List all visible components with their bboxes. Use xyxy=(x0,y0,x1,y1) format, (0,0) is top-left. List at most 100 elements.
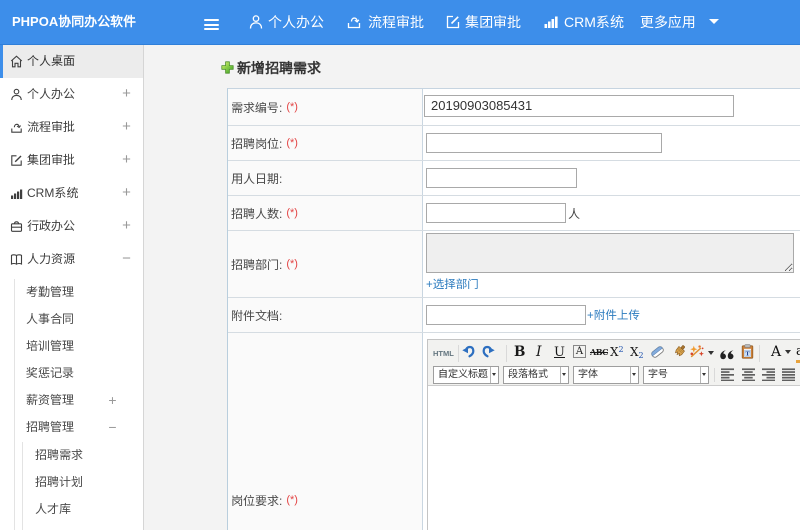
demand-no-input[interactable] xyxy=(424,94,734,117)
required-mark: (*) xyxy=(286,207,298,219)
field-label-text: 招聘部门: xyxy=(231,257,283,272)
nav-group-approval[interactable]: 集团审批 xyxy=(465,0,521,44)
choose-department-link[interactable]: +选择部门 xyxy=(426,276,800,292)
nav-crm-system[interactable]: CRM系统 xyxy=(564,0,624,44)
paragraph-format-select[interactable]: 段落格式 xyxy=(503,366,569,384)
position-input[interactable] xyxy=(426,133,662,153)
align-justify-icon[interactable] xyxy=(782,368,795,382)
sidebar-item-personal-office[interactable]: 个人办公 + xyxy=(0,78,143,111)
user-icon xyxy=(10,88,23,101)
sidebar-item-training[interactable]: 培训管理 xyxy=(15,333,143,360)
attachment-upload-link[interactable]: +附件上传 xyxy=(587,307,640,323)
field-label: 岗位要求: (*) xyxy=(228,333,423,530)
underline-button[interactable]: U xyxy=(554,344,565,363)
font-family-select[interactable]: 字体 xyxy=(573,366,639,384)
italic-button[interactable]: I xyxy=(536,344,542,363)
briefcase-icon xyxy=(10,220,23,233)
form-row-date: 用人日期: xyxy=(228,161,800,196)
bold-button[interactable]: B xyxy=(514,344,525,363)
toolbar-separator xyxy=(506,345,507,362)
sidebar-item-desktop[interactable]: 个人桌面 xyxy=(0,45,143,78)
collapse-minus-icon[interactable]: − xyxy=(105,414,120,440)
home-icon xyxy=(10,55,23,68)
sidebar-item-process-approval[interactable]: 流程审批 + xyxy=(0,111,143,144)
process-icon xyxy=(346,14,362,30)
heading-style-select[interactable]: 自定义标题 xyxy=(433,366,499,384)
rich-text-editor: HTML B I U A ABC X2 X2 T A a 自定义标题 段落格式 … xyxy=(427,339,800,530)
department-textarea[interactable] xyxy=(426,233,794,273)
sidebar-item-salary[interactable]: 薪资管理 + xyxy=(15,387,143,414)
paste-text-icon[interactable]: T xyxy=(741,344,754,363)
font-color-button[interactable]: A xyxy=(771,344,792,363)
top-bar: PHPOA协同办公软件 个人办公 流程审批 集团审批 CRM系统 更多应用 xyxy=(0,0,800,45)
field-label-text: 招聘岗位: xyxy=(231,136,283,151)
expand-plus-icon[interactable]: + xyxy=(119,78,134,110)
sidebar-item-recruit-demand[interactable]: 招聘需求 xyxy=(23,442,143,469)
field-label-text: 附件文档: xyxy=(231,308,283,323)
bar-chart-icon xyxy=(543,14,559,30)
headcount-input[interactable] xyxy=(426,203,566,223)
sidebar-item-attendance[interactable]: 考勤管理 xyxy=(15,279,143,306)
caret-down-icon[interactable] xyxy=(708,351,714,355)
field-value-cell: +选择部门 xyxy=(423,231,800,297)
editor-toolbar-row2: 自定义标题 段落格式 字体 字号 xyxy=(428,366,800,386)
format-brush-icon[interactable] xyxy=(672,344,686,363)
align-left-icon[interactable] xyxy=(721,368,734,382)
main-content: 新增招聘需求 需求编号:(*) 招聘岗位:(*) 用人日期: 招聘人数:(*) … xyxy=(145,45,800,530)
caret-down-icon xyxy=(785,350,792,354)
bg-color-button[interactable]: a xyxy=(796,344,800,363)
caret-down-icon xyxy=(709,19,719,24)
eraser-icon[interactable] xyxy=(650,344,665,363)
font-size-select[interactable]: 字号 xyxy=(643,366,709,384)
editor-content-area[interactable] xyxy=(428,386,800,530)
edit-square-icon xyxy=(10,154,23,167)
source-code-button[interactable]: HTML xyxy=(433,344,454,363)
sidebar-item-talent-pool[interactable]: 人才库 xyxy=(23,496,143,523)
toolbar-separator xyxy=(458,345,459,362)
field-value-cell: +附件上传 xyxy=(423,298,800,332)
sidebar-item-hr[interactable]: 人力资源 − xyxy=(0,243,143,276)
align-right-icon[interactable] xyxy=(762,368,775,382)
expand-plus-icon[interactable]: + xyxy=(119,144,134,176)
field-value-cell: 人 xyxy=(423,196,800,230)
collapse-minus-icon[interactable]: − xyxy=(119,243,134,275)
sidebar-item-admin-office[interactable]: 行政办公 + xyxy=(0,210,143,243)
attachment-input[interactable] xyxy=(426,305,586,325)
nav-process-approval[interactable]: 流程审批 xyxy=(368,0,424,44)
font-style-button[interactable]: A xyxy=(573,345,586,358)
sidebar-item-rewards[interactable]: 奖惩记录 xyxy=(15,360,143,387)
expand-plus-icon[interactable]: + xyxy=(119,210,134,242)
subscript-button[interactable]: X2 xyxy=(630,344,644,363)
caret-down-icon xyxy=(560,367,568,383)
field-label: 招聘岗位: (*) xyxy=(228,126,423,160)
required-mark: (*) xyxy=(286,137,298,149)
page-title-text: 新增招聘需求 xyxy=(237,60,321,76)
expand-plus-icon[interactable]: + xyxy=(105,387,120,413)
expand-plus-icon[interactable]: + xyxy=(119,111,134,143)
form-row-headcount: 招聘人数: (*) 人 xyxy=(228,196,800,231)
nav-more-apps[interactable]: 更多应用 xyxy=(640,0,696,44)
menu-toggle-icon[interactable] xyxy=(204,19,219,31)
undo-icon[interactable] xyxy=(462,344,475,363)
field-label-text: 需求编号: xyxy=(231,100,283,115)
redo-icon[interactable] xyxy=(482,344,495,363)
form-row-position: 招聘岗位: (*) xyxy=(228,126,800,161)
process-icon xyxy=(10,121,23,134)
clear-format-icon[interactable] xyxy=(689,344,705,363)
edit-square-icon xyxy=(445,14,461,30)
nav-personal-office[interactable]: 个人办公 xyxy=(268,0,324,44)
sidebar-item-recruit-mgmt[interactable]: 招聘管理 − xyxy=(15,414,143,441)
sidebar-item-group-approval[interactable]: 集团审批 + xyxy=(0,144,143,177)
form-row-attachment: 附件文档: +附件上传 xyxy=(228,298,800,333)
sidebar-item-hr-contract[interactable]: 人事合同 xyxy=(15,306,143,333)
user-icon xyxy=(248,14,264,30)
superscript-button[interactable]: X2 xyxy=(610,344,624,363)
align-center-icon[interactable] xyxy=(742,368,755,382)
sidebar-item-recruit-plan[interactable]: 招聘计划 xyxy=(23,469,143,496)
sidebar-item-crm[interactable]: CRM系统 + xyxy=(0,177,143,210)
hire-date-input[interactable] xyxy=(426,168,577,188)
caret-down-icon xyxy=(630,367,638,383)
expand-plus-icon[interactable]: + xyxy=(119,177,134,209)
strikethrough-button[interactable]: ABC xyxy=(590,344,608,363)
unit-label: 人 xyxy=(568,206,581,221)
